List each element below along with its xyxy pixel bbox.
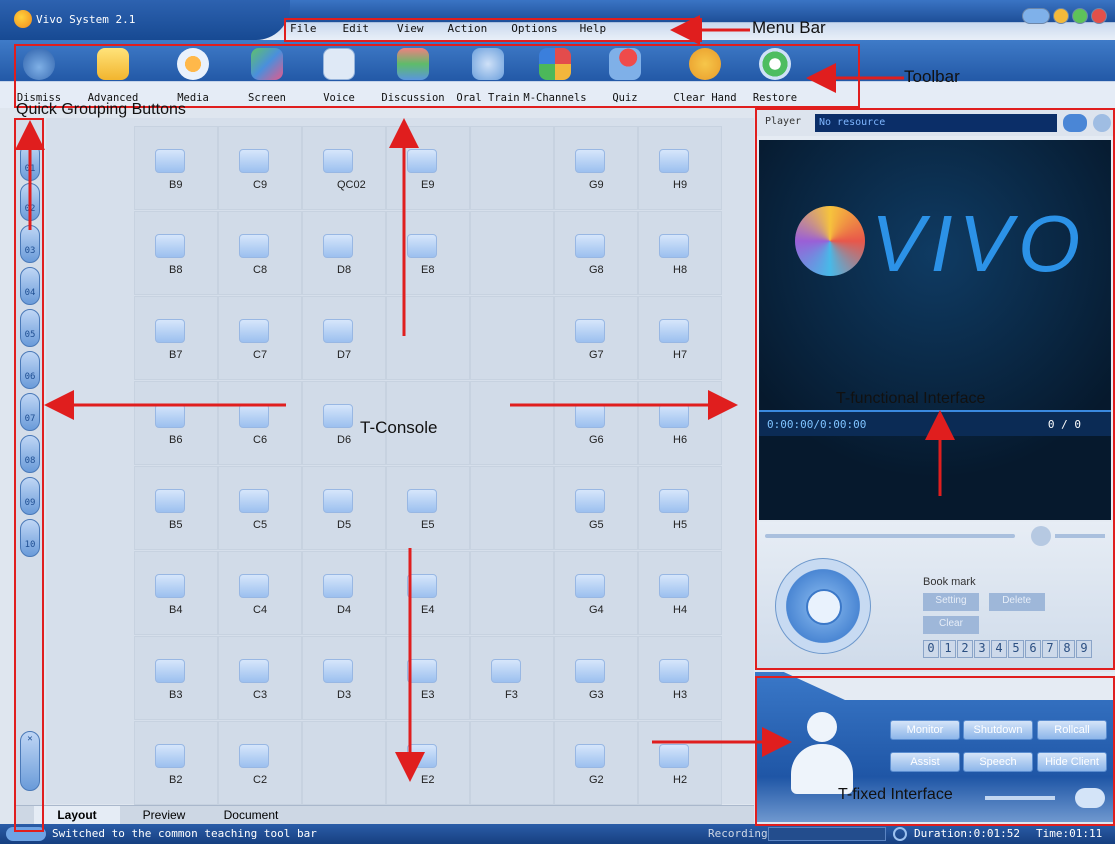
- annotation-arrows: [14, 15, 955, 782]
